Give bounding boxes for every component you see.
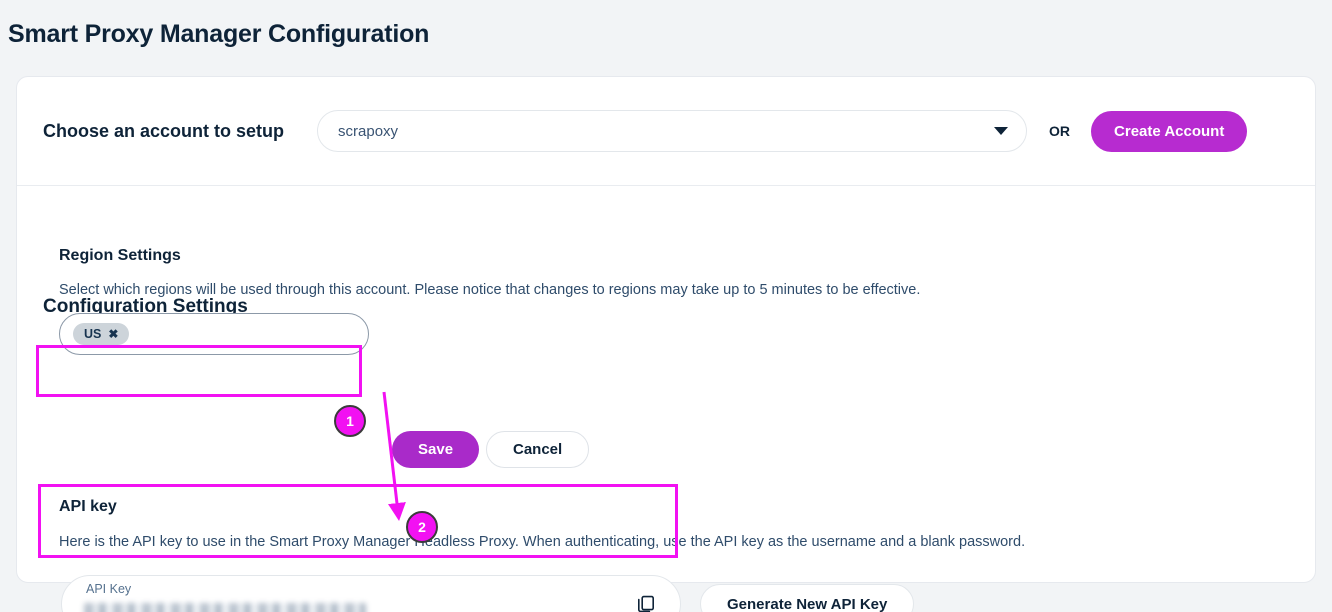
chevron-down-icon xyxy=(994,127,1009,135)
copy-icon[interactable] xyxy=(634,592,658,612)
api-key-field-wrapper: API Key xyxy=(61,575,681,612)
api-key-field-label: API Key xyxy=(84,582,134,596)
account-select[interactable]: scrapoxy xyxy=(317,110,1028,152)
region-input[interactable]: US ✖ xyxy=(59,313,369,355)
api-key-description: Here is the API key to use in the Smart … xyxy=(59,534,1026,550)
configuration-card: Choose an account to setup scrapoxy OR C… xyxy=(16,76,1316,612)
account-selection-row: Choose an account to setup scrapoxy OR C… xyxy=(17,77,1315,186)
api-key-value-redacted xyxy=(84,602,366,612)
generate-new-api-key-button[interactable]: Generate New API Key xyxy=(700,584,915,612)
account-select-value: scrapoxy xyxy=(338,122,399,140)
or-separator-label: OR xyxy=(1049,123,1071,139)
api-key-heading: API key xyxy=(59,498,117,515)
region-input-wrapper: US ✖ xyxy=(59,313,369,355)
region-chip-us[interactable]: US ✖ xyxy=(73,323,130,345)
region-chip-label: US xyxy=(84,327,102,341)
api-key-field[interactable]: API Key xyxy=(61,575,681,612)
page-title: Smart Proxy Manager Configuration xyxy=(8,20,430,48)
cancel-button[interactable]: Cancel xyxy=(486,431,590,468)
page-root: Smart Proxy Manager Configuration Choose… xyxy=(0,0,1332,612)
close-icon[interactable]: ✖ xyxy=(108,328,118,340)
save-button[interactable]: Save xyxy=(392,431,480,468)
create-account-button[interactable]: Create Account xyxy=(1091,110,1248,152)
region-settings-description: Select which regions will be used throug… xyxy=(59,282,921,298)
region-settings-heading: Region Settings xyxy=(59,247,181,264)
account-label: Choose an account to setup xyxy=(43,120,285,141)
